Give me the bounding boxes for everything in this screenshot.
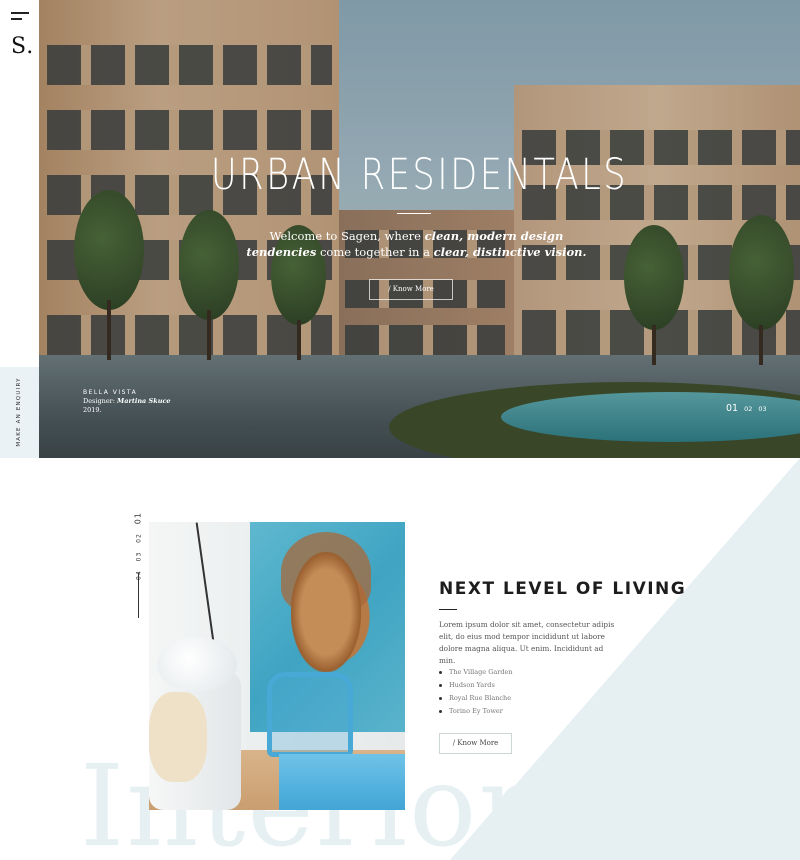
slide-dot-2[interactable]: 02 bbox=[744, 405, 752, 413]
location-item[interactable]: The Village Garden bbox=[439, 666, 513, 679]
hero-caption: BELLA VISTA Designer: Martina Skuce 2019… bbox=[83, 388, 171, 415]
hero-intro-text: Welcome to Sagen, where clean, modern de… bbox=[246, 229, 587, 259]
section-slide-2[interactable]: 02 bbox=[136, 533, 143, 543]
section-body: Lorem ipsum dolor sit amet, consectetur … bbox=[439, 620, 615, 665]
left-rail: S. MAKE AN ENQUIRY bbox=[0, 0, 39, 458]
location-item[interactable]: Torino Ey Tower bbox=[439, 705, 513, 718]
section-divider bbox=[439, 609, 457, 610]
location-item[interactable]: Royal Rue Blanche bbox=[439, 692, 513, 705]
hero-title: URBAN RESIDENTALS bbox=[210, 150, 629, 200]
enquiry-button[interactable]: MAKE AN ENQUIRY bbox=[0, 367, 39, 458]
section-slide-line bbox=[138, 573, 139, 618]
menu-icon[interactable] bbox=[11, 12, 31, 24]
section-slide-4[interactable]: 04 bbox=[136, 570, 143, 580]
interior-photo bbox=[149, 522, 405, 810]
enquiry-label: MAKE AN ENQUIRY bbox=[16, 377, 22, 447]
site-logo[interactable]: S. bbox=[11, 34, 34, 59]
slide-dot-3[interactable]: 03 bbox=[758, 405, 766, 413]
hero-slider: URBAN RESIDENTALS Welcome to Sagen, wher… bbox=[39, 0, 800, 458]
location-item[interactable]: Hudson Yards bbox=[439, 679, 513, 692]
hero-divider bbox=[397, 213, 431, 214]
section-title: NEXT LEVEL OF LIVING bbox=[439, 579, 687, 599]
hero-know-more-button[interactable]: / Know More bbox=[369, 279, 453, 300]
blue-chair bbox=[267, 672, 353, 757]
caption-year: 2019. bbox=[83, 406, 102, 414]
hero-slide-pagination: 01 02 03 bbox=[726, 403, 767, 414]
slide-dot-1[interactable]: 01 bbox=[726, 403, 738, 414]
location-list: The Village Garden Hudson Yards Royal Ru… bbox=[439, 666, 513, 718]
section-know-more-button[interactable]: / Know More bbox=[439, 733, 512, 754]
section-slide-3[interactable]: 03 bbox=[136, 552, 143, 562]
page: S. MAKE AN ENQUIRY URBAN RESIDENTALS Wel… bbox=[0, 0, 800, 860]
caption-designer: Designer: Martina Skuce bbox=[83, 397, 171, 405]
section-slide-1[interactable]: 01 bbox=[134, 512, 143, 524]
caption-title: BELLA VISTA bbox=[83, 389, 138, 396]
